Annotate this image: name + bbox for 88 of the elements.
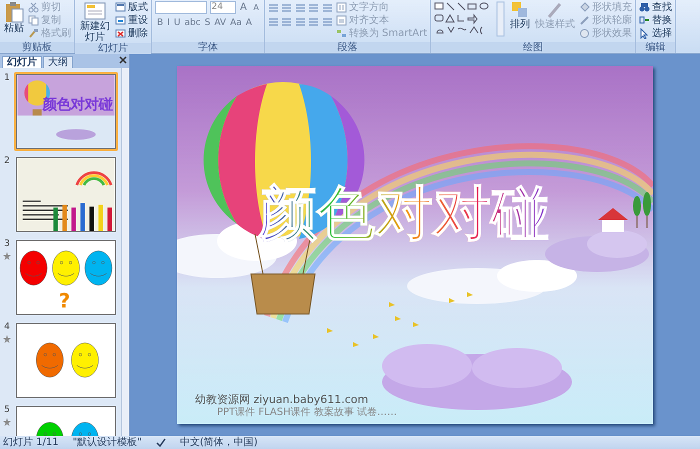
ribbon-large-button[interactable]: 排列	[509, 1, 532, 42]
align-icon[interactable]	[322, 16, 333, 28]
format-button[interactable]: I	[165, 17, 172, 30]
slide-number: 4	[4, 321, 10, 334]
smiley-face-drawing	[52, 250, 80, 286]
slide-number: 5	[4, 404, 10, 417]
pencils-drawing	[53, 203, 112, 231]
cloud-drawing	[56, 129, 96, 140]
text-lines-drawing	[22, 200, 68, 220]
ribbon-command[interactable]: 重设	[115, 14, 148, 27]
smartart-icon	[336, 28, 347, 39]
smiley-face-drawing	[20, 250, 48, 286]
spell-check-icon	[156, 438, 166, 448]
new-slide-icon	[84, 1, 106, 21]
pane-tab[interactable]: 幻灯片	[2, 56, 42, 68]
language-indicator: 中文(简体，中国)	[180, 436, 258, 449]
group-label: 剪贴板	[0, 42, 74, 53]
replace-icon	[639, 15, 650, 26]
indent-icon[interactable]	[308, 3, 320, 14]
list-icon[interactable]	[281, 3, 292, 14]
layout-icon	[115, 2, 126, 13]
group-label: 字体	[152, 42, 264, 53]
ribbon-command[interactable]: 删除	[115, 27, 148, 40]
format-button[interactable]: Aa	[228, 17, 244, 30]
group-label: 绘图	[431, 42, 636, 53]
cursor-icon	[639, 28, 650, 39]
scissors-icon	[28, 2, 39, 13]
smiley-face-drawing	[71, 342, 99, 378]
binoculars-icon	[639, 2, 650, 13]
tree-drawing	[633, 192, 651, 228]
pane-tab[interactable]: 大纲	[43, 56, 73, 68]
title-text: 颜色对对碰	[42, 97, 113, 114]
group-label: 段落	[264, 42, 430, 53]
smiley-face-drawing	[84, 250, 112, 286]
font-name-field[interactable]	[155, 1, 207, 14]
format-button[interactable]: AV	[212, 17, 228, 30]
ribbon-command[interactable]: 查找	[639, 1, 672, 14]
align-icon[interactable]	[268, 16, 279, 28]
ribbon-command[interactable]: 替换	[639, 14, 672, 27]
group-label: 幻灯片	[75, 43, 151, 54]
shrink-font-button[interactable]: A	[251, 1, 261, 14]
slide-number: 1	[4, 72, 10, 85]
slide-thumbnail[interactable]	[14, 155, 118, 234]
effects-icon	[579, 28, 590, 39]
ribbon-command[interactable]: 选择	[639, 27, 672, 40]
reset-icon	[115, 15, 126, 26]
indent-icon[interactable]	[294, 3, 306, 14]
rainbow-drawing	[76, 171, 112, 186]
house-drawing	[598, 208, 628, 232]
align-icon[interactable]	[308, 16, 320, 28]
pencil-icon	[579, 15, 590, 26]
close-icon[interactable]	[118, 56, 126, 64]
format-button[interactable]: B	[155, 17, 166, 30]
format-button[interactable]: abc	[182, 17, 203, 30]
scrollbar[interactable]	[121, 68, 129, 436]
delete-icon	[115, 28, 126, 39]
arrange-icon	[511, 1, 530, 19]
smiley-face-drawing	[36, 342, 64, 378]
question-mark: ?	[58, 290, 70, 313]
text-direction-icon	[336, 2, 347, 13]
slide-number: 3	[4, 238, 10, 251]
copy-icon	[28, 15, 39, 26]
slide-thumbnail[interactable]: 颜色对对碰	[14, 72, 118, 151]
align-icon[interactable]	[281, 16, 292, 28]
font-size-field[interactable]: 24	[210, 1, 236, 14]
slide-number: 2	[4, 155, 10, 168]
slide-footer-note: PPT课件 FLASH课件 教案故事 试卷……	[217, 407, 397, 418]
slide-footer-text: 幼教资源网 ziyuan.baby611.com	[195, 394, 368, 406]
slide-thumbnail[interactable]: ?	[14, 238, 118, 317]
smiley-face-drawing	[36, 422, 64, 436]
slide-thumbnail[interactable]	[14, 321, 118, 400]
indent-icon[interactable]	[322, 3, 333, 14]
format-button[interactable]: U	[172, 17, 182, 30]
clipboard-icon	[4, 1, 24, 23]
list-icon[interactable]	[268, 3, 279, 14]
brush-icon	[28, 28, 39, 39]
slide-counter: 幻灯片 1/11	[3, 436, 59, 449]
ribbon-large-button[interactable]: 新建幻灯片	[78, 1, 112, 43]
format-button[interactable]: S	[202, 17, 212, 30]
align-text-icon	[336, 15, 347, 26]
format-button[interactable]: A	[244, 17, 254, 30]
smiley-face-drawing	[71, 422, 99, 436]
ribbon-large-button[interactable]: 粘贴	[3, 1, 25, 42]
grow-font-button[interactable]: A	[238, 1, 249, 14]
align-icon[interactable]	[294, 16, 306, 28]
group-label: 编辑	[636, 42, 676, 53]
ribbon-command[interactable]: 版式	[115, 1, 148, 14]
theme-name: "默认设计模板"	[72, 436, 142, 449]
